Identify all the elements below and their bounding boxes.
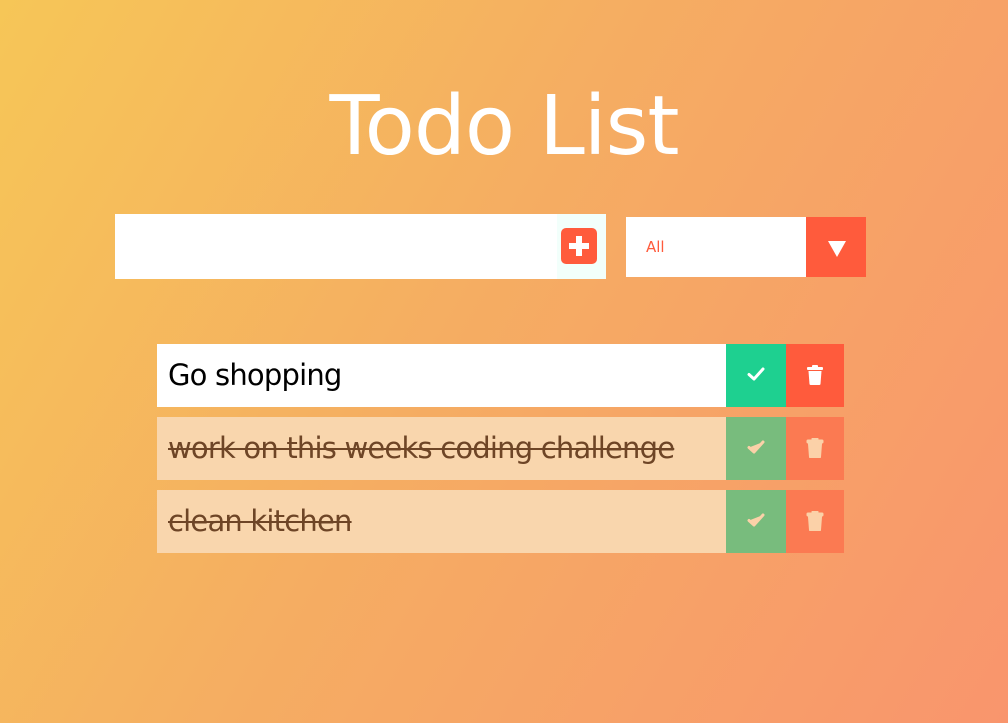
check-icon	[747, 440, 765, 454]
check-icon	[747, 367, 765, 381]
todo-item-text: clean kitchen	[157, 490, 726, 553]
todo-item: clean kitchen	[157, 490, 844, 553]
plus-square-icon	[561, 228, 597, 264]
todo-item: Go shopping	[157, 344, 844, 407]
filter-select[interactable]: All	[626, 217, 866, 277]
add-todo-button[interactable]	[557, 214, 606, 279]
delete-button[interactable]	[786, 490, 844, 553]
check-icon	[747, 513, 765, 527]
page-title: Todo List	[329, 78, 680, 174]
todo-item-text: Go shopping	[157, 344, 726, 407]
todo-item-text: work on this weeks coding challenge	[157, 417, 726, 480]
dropdown-arrow-icon[interactable]	[806, 217, 866, 277]
trash-icon	[806, 511, 824, 531]
delete-button[interactable]	[786, 344, 844, 407]
todo-input-group	[115, 214, 606, 279]
complete-button[interactable]	[726, 490, 786, 553]
filter-selected-value: All	[646, 238, 665, 256]
complete-button[interactable]	[726, 344, 786, 407]
complete-button[interactable]	[726, 417, 786, 480]
trash-icon	[807, 365, 823, 385]
trash-icon	[806, 438, 824, 458]
delete-button[interactable]	[786, 417, 844, 480]
todo-item: work on this weeks coding challenge	[157, 417, 844, 480]
todo-list: Go shopping work on this weeks coding ch…	[157, 344, 844, 563]
todo-input[interactable]	[115, 214, 545, 279]
